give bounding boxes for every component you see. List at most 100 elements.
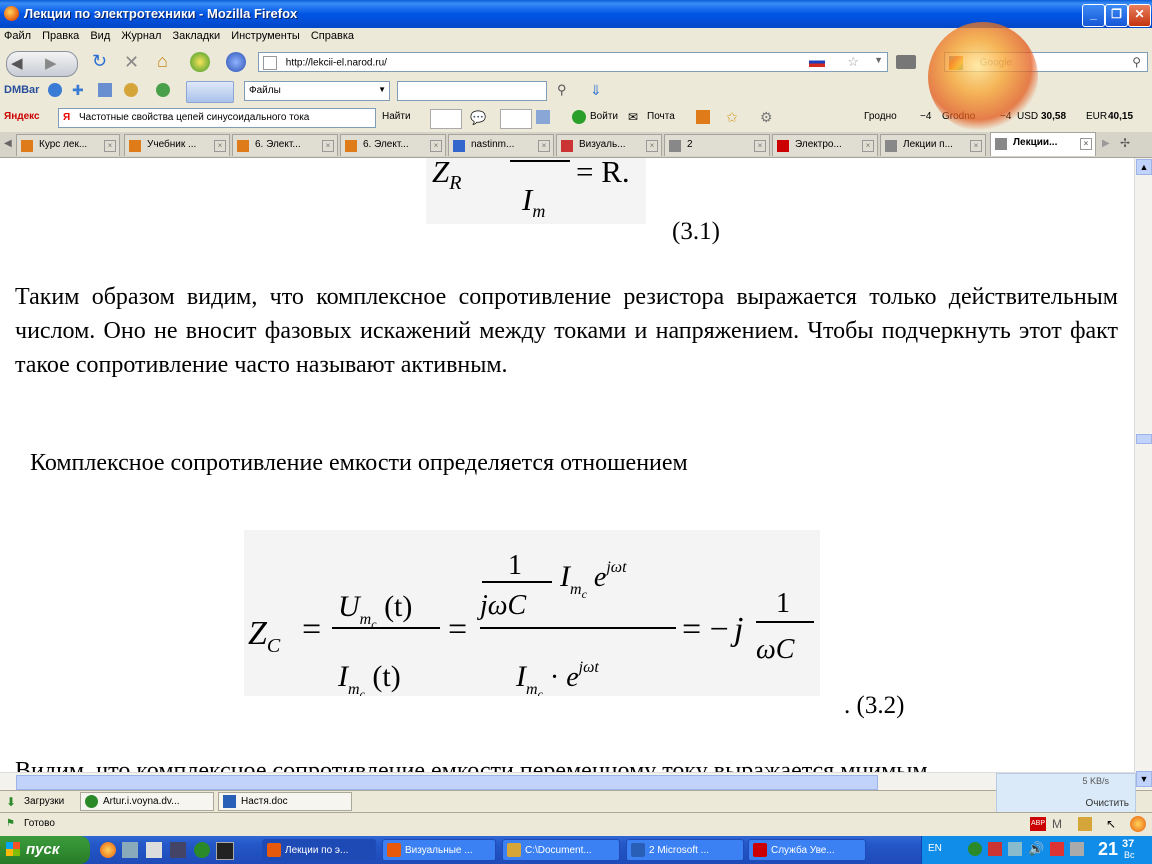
horizontal-scroll-thumb[interactable] [16, 775, 878, 790]
tab-close-icon[interactable]: × [430, 140, 442, 152]
menu-tools[interactable]: Инструменты [231, 30, 300, 42]
tab-6[interactable]: Визуаль... × [556, 134, 662, 156]
download-item-1[interactable]: Artur.i.voyna.dv... [80, 792, 214, 811]
dm-clock-icon[interactable] [124, 83, 138, 97]
marker-icon[interactable] [430, 109, 462, 129]
maximize-button[interactable]: ❐ [1105, 4, 1128, 27]
stop-icon[interactable]: ✕ [124, 52, 139, 73]
gmail-icon[interactable]: M [1052, 817, 1062, 831]
yandex-brand[interactable]: Яндекс [4, 111, 40, 122]
usd-rate[interactable]: 30,58 [1041, 111, 1066, 122]
clock-hour[interactable]: 21 [1098, 839, 1118, 860]
menu-file[interactable]: Файл [4, 30, 31, 42]
taskbar-item-5[interactable]: Служба Уве... [748, 839, 866, 861]
tray-alert-icon[interactable] [1050, 842, 1064, 856]
taskbar-item-4[interactable]: 2 Microsoft ... [626, 839, 744, 861]
tab-close-icon[interactable]: × [754, 140, 766, 152]
tray-network-icon[interactable] [1008, 842, 1022, 856]
spellcheck-icon[interactable] [500, 109, 532, 129]
adblock-icon[interactable]: ABP [1030, 817, 1046, 831]
search-icon[interactable]: ⚲ [1132, 55, 1141, 69]
tab-close-icon[interactable]: × [862, 140, 874, 152]
favorites-icon[interactable]: ✩ [726, 109, 738, 126]
tab-scroll-left-icon[interactable]: ◀ [4, 138, 12, 149]
downloads-label[interactable]: Загрузки [24, 796, 64, 807]
dm-search-input[interactable] [397, 81, 547, 101]
eur-rate[interactable]: 40,15 [1108, 111, 1133, 122]
minimize-button[interactable]: _ [1082, 4, 1105, 27]
tab-3[interactable]: 6. Элект... × [232, 134, 338, 156]
quicklaunch-torrent-icon[interactable] [194, 842, 210, 858]
downloads-clear-button[interactable]: Очистить [1085, 798, 1129, 809]
tab-10[interactable]: Лекции... × [990, 132, 1096, 156]
tab-close-icon[interactable]: × [970, 140, 982, 152]
tab-close-icon[interactable]: × [646, 140, 658, 152]
quicklaunch-desktop-icon[interactable] [146, 842, 162, 858]
url-bar[interactable]: http://lekcii-el.narod.ru/ ☆ ▼ [258, 52, 888, 72]
tab-close-icon[interactable]: × [322, 140, 334, 152]
forward-icon[interactable]: ▶ [45, 54, 57, 72]
camera-icon[interactable] [896, 55, 916, 69]
dm-arrow-icon[interactable]: ⇓ [590, 82, 602, 99]
dm-search-icon[interactable]: ⚲ [557, 82, 567, 98]
yandex-login[interactable]: Войти [590, 111, 618, 122]
quicklaunch-save-icon[interactable] [170, 842, 186, 858]
addon-icon[interactable] [190, 52, 210, 72]
tray-misc-icon[interactable] [1070, 842, 1084, 856]
translate-icon[interactable] [536, 110, 550, 124]
tab-close-icon[interactable]: × [538, 140, 550, 152]
tab-scroll-right-icon[interactable]: ▶ [1102, 138, 1110, 149]
tab-4[interactable]: 6. Элект... × [340, 134, 446, 156]
yandex-mail[interactable]: Почта [647, 111, 675, 122]
tray-torrent-icon[interactable] [968, 842, 982, 856]
scroll-thumb[interactable] [1136, 434, 1152, 444]
quicklaunch-cmd-icon[interactable] [216, 842, 234, 860]
tab-8[interactable]: Электро... × [772, 134, 878, 156]
bookmark-star-icon[interactable]: ☆ [847, 54, 859, 70]
menu-edit[interactable]: Правка [42, 30, 79, 42]
tab-9[interactable]: Лекции п... × [880, 134, 986, 156]
menu-view[interactable]: Вид [90, 30, 110, 42]
dm-gear-icon[interactable] [156, 83, 170, 97]
addon-blue-icon[interactable] [226, 52, 246, 72]
tab-close-icon[interactable]: × [214, 140, 226, 152]
vertical-scrollbar[interactable]: ▲ ▼ [1134, 158, 1152, 790]
reload-icon[interactable]: ↻ [92, 51, 107, 72]
dm-hand-button[interactable] [186, 81, 234, 103]
quicklaunch-firefox-icon[interactable] [100, 842, 116, 858]
download-item-2[interactable]: Настя.doc [218, 792, 352, 811]
dm-globe-icon[interactable] [48, 83, 62, 97]
tab-list-icon[interactable]: ✢ [1120, 136, 1130, 150]
scroll-down-icon[interactable]: ▼ [1136, 771, 1152, 787]
menu-bookmarks[interactable]: Закладки [173, 30, 221, 42]
weather-city-2[interactable]: Grodno [942, 111, 975, 122]
status-addon-icon[interactable] [1078, 817, 1092, 831]
search-box[interactable]: Google ⚲ [944, 52, 1148, 72]
horizontal-scrollbar[interactable] [0, 772, 1134, 790]
taskbar-item-3[interactable]: C:\Document... [502, 839, 620, 861]
speech-icon[interactable]: 💬 [470, 110, 486, 126]
cursor-icon[interactable]: ↖ [1106, 817, 1116, 831]
files-select[interactable]: Файлы ▼ [244, 81, 390, 101]
tray-antivirus-icon[interactable] [988, 842, 1002, 856]
dm-plus-icon[interactable]: ✚ [72, 82, 84, 99]
tab-close-icon[interactable]: × [1080, 138, 1092, 150]
start-button[interactable]: пуск [0, 836, 90, 864]
language-indicator[interactable]: EN [928, 843, 942, 854]
back-icon[interactable]: ◀ [11, 54, 23, 72]
scroll-up-icon[interactable]: ▲ [1136, 159, 1152, 175]
yandex-find-button[interactable]: Найти [382, 111, 411, 122]
home-icon[interactable]: ⌂ [157, 51, 168, 72]
tab-7[interactable]: 2 × [664, 134, 770, 156]
tab-close-icon[interactable]: × [104, 140, 116, 152]
menu-help[interactable]: Справка [311, 30, 354, 42]
yandex-search-input[interactable]: Я Частотные свойства цепей синусоидально… [58, 108, 376, 128]
settings-gear-icon[interactable]: ⚙ [760, 109, 773, 126]
dm-windows-icon[interactable] [98, 83, 112, 97]
quicklaunch-mydocs-icon[interactable] [122, 842, 138, 858]
window-title-bar[interactable]: Лекции по электротехники - Mozilla Firef… [0, 0, 1152, 28]
taskbar-item-1[interactable]: Лекции по э... [262, 839, 376, 861]
tab-5[interactable]: nastinm... × [448, 134, 554, 156]
tab-1[interactable]: Курс лек... × [16, 134, 120, 156]
weather-city[interactable]: Гродно [864, 111, 897, 122]
